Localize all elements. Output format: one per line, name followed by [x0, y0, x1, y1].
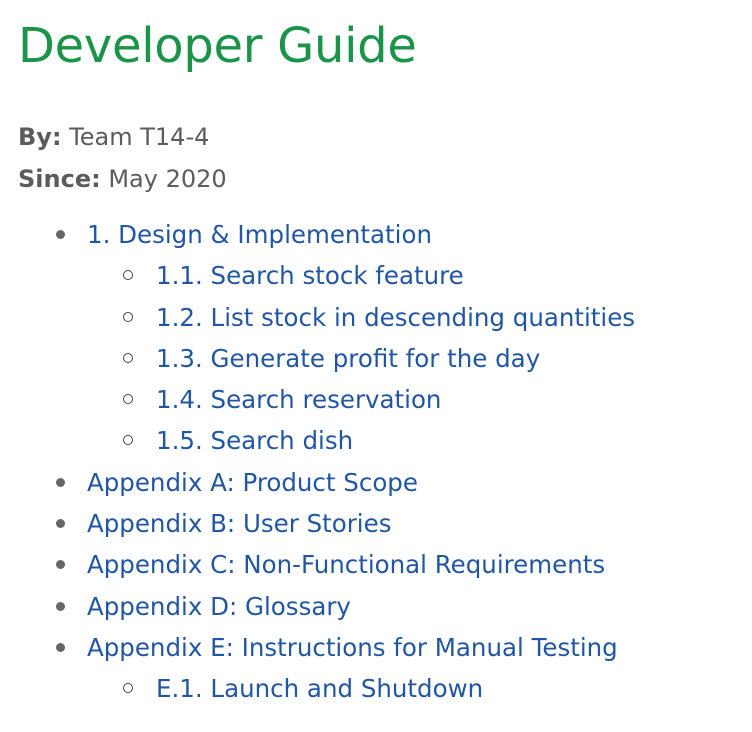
document-meta: By: Team T14-4 Since: May 2020	[18, 116, 748, 200]
toc-item-appendix-c: Appendix C: Non-Functional Requirements	[18, 544, 748, 585]
author-value: Team T14-4	[69, 123, 210, 151]
toc-link-appendix-c[interactable]: Appendix C: Non-Functional Requirements	[87, 550, 605, 579]
toc-item-appendix-d: Appendix D: Glossary	[18, 586, 748, 627]
toc-item-search-reservation: 1.4. Search reservation	[18, 379, 748, 420]
bullet-circle-icon	[123, 394, 133, 405]
toc-link-appendix-e[interactable]: Appendix E: Instructions for Manual Test…	[87, 633, 618, 662]
toc-link-launch-shutdown[interactable]: E.1. Launch and Shutdown	[156, 674, 483, 703]
toc-link-design-implementation[interactable]: 1. Design & Implementation	[87, 220, 432, 249]
toc-item-appendix-b: Appendix B: User Stories	[18, 503, 748, 544]
bullet-circle-icon	[123, 270, 133, 281]
bullet-disc-icon	[56, 642, 65, 652]
toc-item-search-dish: 1.5. Search dish	[18, 420, 748, 461]
bullet-disc-icon	[56, 230, 65, 239]
toc-link-search-dish[interactable]: 1.5. Search dish	[156, 426, 353, 455]
toc-item-generate-profit: 1.3. Generate profit for the day	[18, 338, 748, 379]
toc-item-design-implementation: 1. Design & Implementation	[18, 214, 748, 255]
bullet-circle-icon	[123, 435, 133, 446]
toc-item-search-stock: 1.1. Search stock feature	[18, 255, 748, 296]
toc-link-appendix-b[interactable]: Appendix B: User Stories	[87, 509, 391, 538]
toc-link-appendix-a[interactable]: Appendix A: Product Scope	[87, 468, 418, 497]
table-of-contents: 1. Design & Implementation 1.1. Search s…	[18, 214, 748, 710]
toc-item-list-stock: 1.2. List stock in descending quantities	[18, 297, 748, 338]
toc-link-list-stock[interactable]: 1.2. List stock in descending quantities	[156, 303, 635, 332]
document-page: Developer Guide By: Team T14-4 Since: Ma…	[18, 14, 748, 710]
bullet-disc-icon	[56, 560, 65, 570]
author-label: By:	[18, 123, 62, 151]
toc-item-appendix-a: Appendix A: Product Scope	[18, 462, 748, 503]
toc-item-launch-shutdown: E.1. Launch and Shutdown	[18, 668, 748, 709]
page-title: Developer Guide	[18, 18, 417, 74]
since-label: Since:	[18, 165, 101, 193]
since-line: Since: May 2020	[18, 158, 748, 200]
toc-link-search-reservation[interactable]: 1.4. Search reservation	[156, 385, 441, 414]
toc-item-appendix-e: Appendix E: Instructions for Manual Test…	[18, 627, 748, 668]
bullet-circle-icon	[123, 683, 133, 694]
author-line: By: Team T14-4	[18, 116, 748, 158]
since-value: May 2020	[108, 165, 227, 193]
toc-link-search-stock[interactable]: 1.1. Search stock feature	[156, 261, 464, 290]
bullet-disc-icon	[56, 519, 65, 529]
bullet-circle-icon	[123, 352, 133, 363]
toc-link-generate-profit[interactable]: 1.3. Generate profit for the day	[156, 344, 540, 373]
bullet-disc-icon	[56, 601, 65, 611]
bullet-disc-icon	[56, 477, 65, 487]
bullet-circle-icon	[123, 311, 133, 322]
toc-link-appendix-d[interactable]: Appendix D: Glossary	[87, 592, 351, 621]
